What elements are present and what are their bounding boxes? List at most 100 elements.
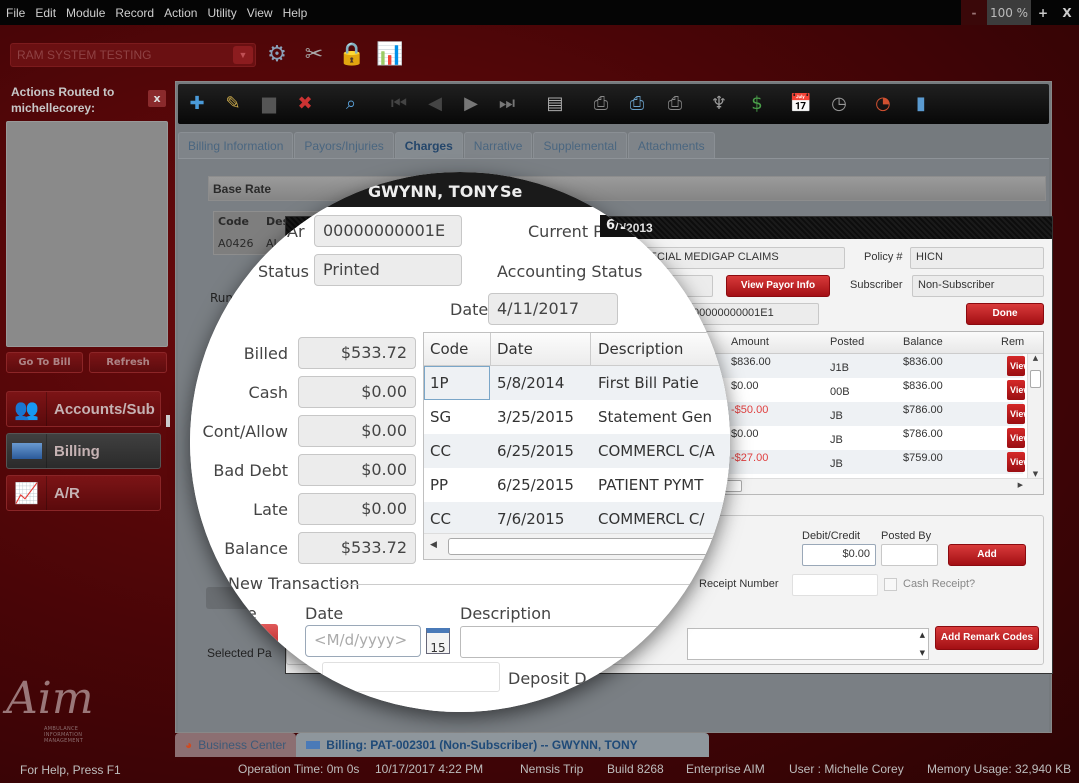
menu-module[interactable]: Module — [66, 6, 105, 20]
schedule-icon[interactable]: ◷ — [826, 91, 852, 117]
nav-billing[interactable]: Billing — [6, 433, 161, 469]
next-record-icon[interactable]: ▶ — [458, 91, 484, 117]
tab-attachments[interactable]: Attachments — [627, 132, 715, 158]
cell-balance: $786.00 — [903, 404, 943, 416]
scroll-left-icon[interactable]: ◀ — [430, 540, 437, 550]
print-color-icon[interactable]: ⎙ — [624, 91, 650, 117]
menu-action[interactable]: Action — [164, 6, 197, 20]
book-icon[interactable]: ▮ — [908, 91, 934, 117]
table-row[interactable]: $0.00 JB $786.00 View — [697, 426, 1025, 450]
lock-icon[interactable]: 🔒 — [338, 41, 366, 69]
tab-billing-record[interactable]: Billing: PAT-002301 (Non-Subscriber) -- … — [296, 733, 710, 757]
view-remark-button[interactable]: View — [1007, 404, 1025, 424]
scroll-right-icon[interactable]: ▶ — [1018, 481, 1023, 489]
calendar-icon[interactable]: 15 — [426, 628, 450, 655]
tab-payors-injuries[interactable]: Payors/Injuries — [294, 132, 394, 158]
deposit-input[interactable] — [322, 662, 500, 692]
system-select[interactable]: RAM SYSTEM TESTING ▼ — [10, 43, 256, 67]
calendar-3060-icon[interactable]: 📅 — [788, 91, 814, 117]
grid-horizontal-scrollbar[interactable]: ▶ — [697, 478, 1043, 494]
close-app-button[interactable]: X — [1055, 0, 1079, 25]
search-icon[interactable]: ⌕ — [338, 91, 364, 117]
tab-charges[interactable]: Charges — [394, 132, 463, 158]
first-record-icon[interactable]: ⏮ — [386, 91, 412, 117]
cell-description: Statement Gen — [598, 408, 713, 426]
table-row[interactable]: 1P 5/8/2014 First Bill Patie — [424, 366, 730, 400]
gear-icon[interactable]: ⚙ — [263, 41, 291, 69]
routed-actions-list[interactable] — [6, 121, 168, 347]
add-button[interactable]: Add — [948, 544, 1026, 566]
zoom-out-button[interactable]: - — [961, 0, 987, 25]
print-icon[interactable]: ⎙ — [588, 91, 614, 117]
document-tabs: ◕ Business Center Billing: PAT-002301 (N… — [175, 733, 710, 757]
nav-accounts-sub[interactable]: 👥 Accounts/Sub — [6, 391, 161, 427]
magnified-charges-grid[interactable]: Code Date Description 1P 5/8/2014 First Bi… — [423, 332, 730, 560]
chart-report-icon[interactable]: 📊 — [376, 41, 404, 69]
chevron-down-icon[interactable]: ▼ — [233, 46, 253, 64]
new-description-input[interactable] — [460, 626, 730, 658]
table-row[interactable]: $836.00 J1B $836.00 View — [697, 354, 1025, 378]
posted-by-input[interactable] — [881, 544, 938, 566]
print-alt-icon[interactable]: ⎙ — [662, 91, 688, 117]
current-user: User : Michelle Corey — [789, 762, 904, 776]
tab-supplemental[interactable]: Supplemental — [533, 132, 627, 158]
grid-horizontal-scrollbar[interactable]: ◀ — [424, 533, 730, 559]
view-payor-info-button[interactable]: View Payor Info — [726, 275, 830, 297]
tools-icon[interactable]: ✂ — [300, 41, 328, 69]
last-record-icon[interactable]: ⏭ — [494, 91, 520, 117]
go-to-bill-button[interactable]: Go To Bill — [6, 352, 83, 373]
menu-help[interactable]: Help — [283, 6, 308, 20]
receipt-number-input[interactable] — [792, 574, 878, 596]
type-dropdown-button[interactable] — [252, 624, 278, 656]
new-icon[interactable]: ✚ — [184, 91, 210, 117]
nav-ar[interactable]: 📈 A/R — [6, 475, 161, 511]
tab-narrative[interactable]: Narrative — [463, 132, 533, 158]
menu-utility[interactable]: Utility — [207, 6, 236, 20]
tab-billing-information[interactable]: Billing Information — [178, 132, 294, 158]
view-remark-button[interactable]: View — [1007, 452, 1025, 472]
add-payment-icon[interactable]: $ — [744, 91, 770, 117]
table-row[interactable]: -$27.00 JB $759.00 View — [697, 450, 1025, 474]
table-row[interactable]: $0.00 00B $836.00 View — [697, 378, 1025, 402]
menu-edit[interactable]: Edit — [35, 6, 56, 20]
refresh-button[interactable]: Refresh — [89, 352, 167, 373]
close-icon[interactable]: x — [148, 90, 166, 107]
edit-icon[interactable]: ✎ — [220, 91, 246, 117]
transactions-grid[interactable]: Amount Posted Balance Rem $836.00 J1B $836… — [696, 331, 1044, 495]
view-remark-button[interactable]: View — [1007, 356, 1025, 376]
grid-vertical-scrollbar[interactable]: ▲ ▼ — [1027, 354, 1043, 478]
scroll-down-icon[interactable]: ▼ — [920, 649, 925, 657]
menu-file[interactable]: File — [6, 6, 25, 20]
cell-balance: $786.00 — [903, 428, 943, 440]
done-button[interactable]: Done — [966, 303, 1044, 325]
table-row[interactable]: SG 3/25/2015 Statement Gen — [424, 400, 730, 434]
sidebar-scrollbar[interactable] — [166, 415, 170, 427]
add-remark-codes-button[interactable]: Add Remark Codes — [935, 626, 1039, 650]
menu-record[interactable]: Record — [115, 6, 154, 20]
tab-business-center[interactable]: ◕ Business Center — [175, 733, 297, 757]
view-remark-button[interactable]: View — [1007, 428, 1025, 448]
cash-receipt-checkbox[interactable] — [884, 578, 897, 591]
cell-amount: -$27.00 — [731, 452, 769, 464]
scroll-up-icon[interactable]: ▲ — [1028, 354, 1043, 362]
save-icon[interactable]: ▆ — [256, 91, 282, 117]
table-row[interactable]: PP 6/25/2015 PATIENT PYMT — [424, 468, 730, 502]
scroll-up-icon[interactable]: ▲ — [920, 631, 925, 639]
nav-label: Accounts/Sub — [54, 400, 155, 418]
hscroll-thumb[interactable] — [448, 538, 730, 555]
menu-view[interactable]: View — [247, 6, 273, 20]
document-icon[interactable]: ▤ — [542, 91, 568, 117]
view-remark-button[interactable]: View — [1007, 380, 1025, 400]
scroll-down-icon[interactable]: ▼ — [1028, 470, 1043, 478]
table-row[interactable]: CC 7/6/2015 COMMERCL C/ — [424, 502, 730, 536]
zoom-in-button[interactable]: + — [1031, 0, 1055, 25]
prev-record-icon[interactable]: ◀ — [422, 91, 448, 117]
tower-icon[interactable]: ♆ — [706, 91, 732, 117]
debit-credit-input[interactable]: $0.00 — [802, 544, 876, 566]
scroll-thumb[interactable] — [1030, 370, 1041, 388]
table-row[interactable]: -$50.00 JB $786.00 View — [697, 402, 1025, 426]
report-icon[interactable]: ◔ — [870, 91, 896, 117]
new-date-input[interactable]: <M/d/yyyy> — [305, 625, 421, 657]
delete-icon[interactable]: ✖ — [292, 91, 318, 117]
table-row[interactable]: CC 6/25/2015 COMMERCL C/A — [424, 434, 730, 468]
